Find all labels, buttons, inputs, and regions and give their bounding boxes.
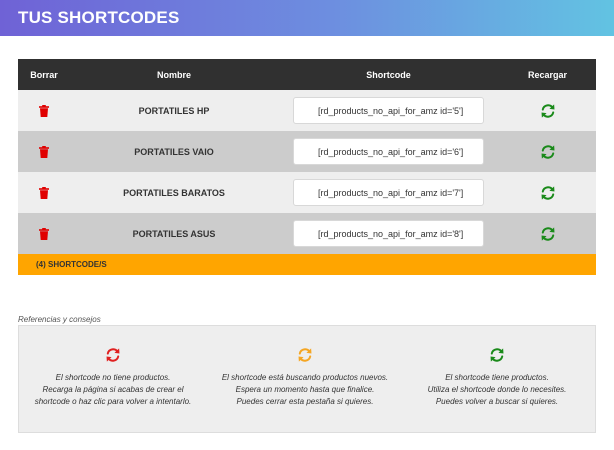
shortcode-count: (4) SHORTCODE/S — [36, 260, 107, 269]
trash-icon[interactable] — [39, 145, 49, 158]
table-row: PORTATILES VAIO [rd_products_no_api_for_… — [18, 131, 596, 172]
trash-icon[interactable] — [39, 186, 49, 199]
column-header-reload: Recargar — [527, 69, 568, 80]
reference-no-products: El shortcode no tiene productos. Recarga… — [23, 346, 203, 408]
shortcode-name: PORTATILES HP — [138, 105, 210, 116]
shortcode-field[interactable]: [rd_products_no_api_for_amz id='7'] — [293, 179, 484, 206]
trash-icon[interactable] — [39, 104, 49, 117]
refresh-icon — [490, 348, 504, 362]
refresh-icon[interactable] — [539, 184, 557, 202]
table-row: PORTATILES ASUS [rd_products_no_api_for_… — [18, 213, 596, 254]
shortcode-name: PORTATILES BARATOS — [123, 187, 225, 198]
column-header-delete: Borrar — [30, 69, 58, 80]
shortcode-name: PORTATILES ASUS — [132, 228, 216, 239]
table-header: Borrar Nombre Shortcode Recargar — [18, 59, 596, 90]
trash-icon[interactable] — [39, 227, 49, 240]
refresh-icon[interactable] — [539, 225, 557, 243]
shortcode-field[interactable]: [rd_products_no_api_for_amz id='8'] — [293, 220, 484, 247]
references-panel: El shortcode no tiene productos. Recarga… — [18, 325, 596, 433]
shortcode-name: PORTATILES VAIO — [134, 146, 214, 157]
shortcode-field[interactable]: [rd_products_no_api_for_amz id='5'] — [293, 97, 484, 124]
table-row: PORTATILES BARATOS [rd_products_no_api_f… — [18, 172, 596, 213]
column-header-name: Nombre — [156, 69, 191, 80]
refresh-icon[interactable] — [539, 143, 557, 161]
reference-text: El shortcode está buscando productos nue… — [221, 373, 389, 406]
reference-has-products: El shortcode tiene productos. Utiliza el… — [407, 346, 587, 408]
shortcode-field[interactable]: [rd_products_no_api_for_amz id='6'] — [293, 138, 484, 165]
column-header-shortcode: Shortcode — [366, 69, 411, 80]
refresh-icon — [106, 348, 120, 362]
refresh-icon — [298, 348, 312, 362]
table-row: PORTATILES HP [rd_products_no_api_for_am… — [18, 90, 596, 131]
shortcode-count-bar: (4) SHORTCODE/S — [18, 254, 596, 275]
page-title: TUS SHORTCODES — [18, 8, 180, 27]
references-title: Referencias y consejos — [18, 315, 101, 324]
shortcodes-table: Borrar Nombre Shortcode Recargar PORTATI… — [18, 59, 596, 275]
refresh-icon[interactable] — [539, 102, 557, 120]
reference-text: El shortcode tiene productos. Utiliza el… — [427, 373, 567, 406]
page-header: TUS SHORTCODES — [0, 0, 614, 36]
reference-searching: El shortcode está buscando productos nue… — [215, 346, 395, 408]
reference-text: El shortcode no tiene productos. Recarga… — [34, 373, 192, 406]
